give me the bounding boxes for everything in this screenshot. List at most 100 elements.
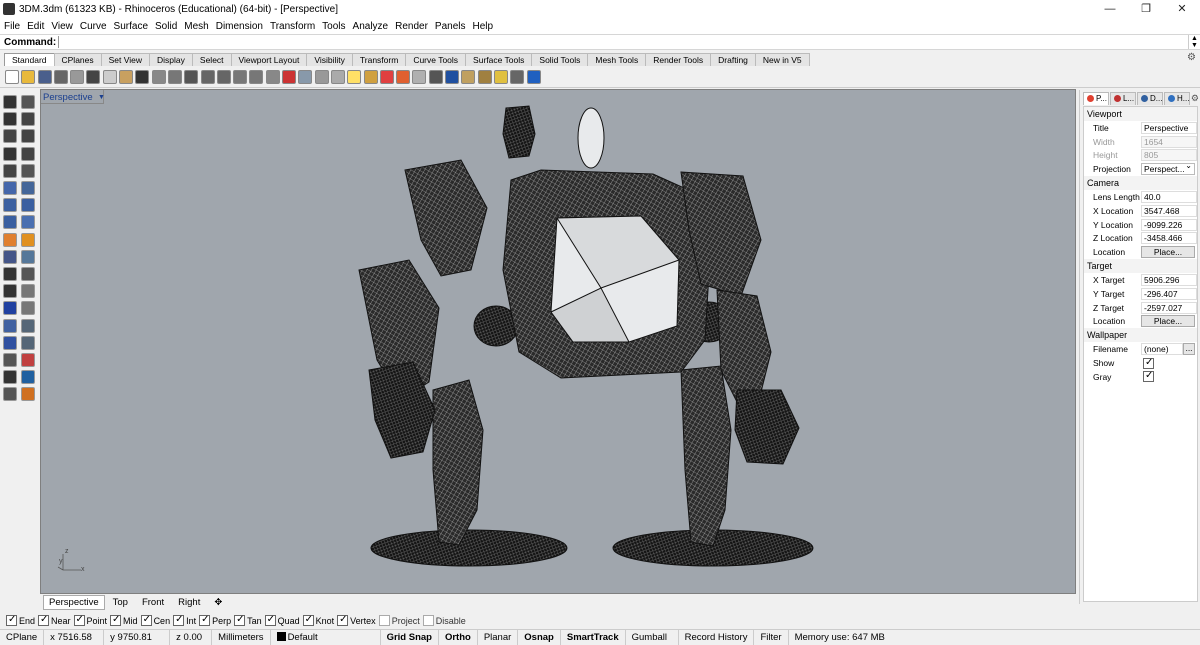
osnap-project[interactable]: Project (378, 615, 420, 626)
menu-render[interactable]: Render (395, 21, 428, 32)
osnap-point-checkbox[interactable] (73, 614, 85, 626)
curve-icon[interactable] (21, 112, 35, 127)
z-location-field[interactable]: -3458.466 (1141, 232, 1197, 245)
browse-wallpaper-button[interactable]: ... (1183, 343, 1195, 356)
tab-display[interactable]: Display (149, 53, 193, 66)
menu-view[interactable]: View (51, 21, 73, 32)
render-icon[interactable] (21, 370, 35, 385)
tab-visibility[interactable]: Visibility (306, 53, 353, 66)
tab-render-tools[interactable]: Render Tools (645, 53, 712, 66)
viewport-title[interactable]: Perspective (43, 92, 93, 103)
lens-length-field[interactable]: 40.0 (1141, 191, 1197, 204)
tab-standard[interactable]: Standard (4, 53, 55, 66)
pan-icon[interactable] (151, 69, 166, 84)
menu-help[interactable]: Help (473, 21, 494, 32)
menu-transform[interactable]: Transform (270, 21, 315, 32)
panel-gear-icon[interactable]: ⚙ (1191, 93, 1199, 104)
osnap-int[interactable]: Int (173, 614, 196, 626)
osnap-perp[interactable]: Perp (199, 614, 231, 626)
gumball-toggle[interactable]: Gumball (626, 629, 679, 645)
osnap-project-checkbox[interactable] (378, 615, 390, 626)
import-icon[interactable] (70, 69, 85, 84)
viewport-icon[interactable] (298, 69, 313, 84)
filter-toggle[interactable]: Filter (754, 629, 789, 645)
toolbar-gear-icon[interactable]: ⚙ (1187, 52, 1196, 63)
polygon-icon[interactable] (3, 146, 17, 161)
osnap-int-checkbox[interactable] (173, 614, 185, 626)
open-icon[interactable] (21, 69, 36, 84)
circle-icon[interactable] (3, 129, 17, 144)
zoom-window-icon[interactable] (200, 69, 215, 84)
mesh-icon[interactable] (21, 249, 35, 264)
show-wallpaper-checkbox[interactable] (1143, 357, 1154, 369)
paint-icon[interactable] (21, 387, 35, 402)
maximize-button[interactable]: ❐ (1128, 0, 1164, 18)
boolean-icon[interactable] (3, 232, 17, 247)
filename-field[interactable]: (none) (1141, 343, 1183, 356)
help-icon[interactable] (526, 69, 541, 84)
camera-place-button[interactable]: Place... (1141, 246, 1195, 259)
osnap-disable-checkbox[interactable] (422, 615, 434, 626)
osnap-end[interactable]: End (6, 614, 35, 626)
selection-filter-icon[interactable] (330, 69, 345, 84)
osnap-tan[interactable]: Tan (234, 614, 262, 626)
offset-icon[interactable] (21, 163, 35, 178)
x-location-field[interactable]: 3547.468 (1141, 204, 1197, 217)
menu-mesh[interactable]: Mesh (184, 21, 208, 32)
zoom-selected-icon[interactable] (233, 69, 248, 84)
minimize-button[interactable]: — (1092, 0, 1128, 18)
tab-top[interactable]: Top (107, 595, 134, 610)
select-arrow-icon[interactable] (3, 95, 17, 109)
osnap-quad[interactable]: Quad (264, 614, 300, 626)
tools-icon[interactable] (461, 69, 476, 84)
analyze-icon[interactable] (21, 353, 35, 367)
tab-front[interactable]: Front (136, 595, 170, 610)
osnap-vertex[interactable]: Vertex (337, 614, 376, 626)
render-sphere-icon[interactable] (412, 69, 427, 84)
grid-array-icon[interactable] (3, 353, 17, 367)
menu-dimension[interactable]: Dimension (216, 21, 263, 32)
extrude-icon[interactable] (3, 181, 17, 195)
panel-tab-help[interactable]: H... (1164, 92, 1190, 105)
osnap-disable[interactable]: Disable (422, 615, 466, 626)
tab-right[interactable]: Right (172, 595, 206, 610)
box-icon[interactable] (3, 198, 17, 213)
menu-file[interactable]: File (4, 21, 20, 32)
sphere-icon[interactable] (21, 198, 35, 213)
ellipse-icon[interactable] (21, 129, 35, 144)
status-units[interactable]: Millimeters (212, 629, 271, 645)
projection-select[interactable]: Perspect... (1141, 161, 1195, 176)
menu-curve[interactable]: Curve (80, 21, 107, 32)
menu-tools[interactable]: Tools (322, 21, 345, 32)
tab-select[interactable]: Select (191, 53, 232, 66)
status-cplane[interactable]: CPlane (0, 629, 45, 645)
menu-edit[interactable]: Edit (27, 21, 44, 32)
options-icon[interactable] (477, 69, 492, 84)
tab-transform[interactable]: Transform (351, 53, 407, 66)
tab-perspective[interactable]: Perspective (43, 594, 105, 610)
polyline-icon[interactable] (3, 112, 17, 127)
viewport-menu-arrow-icon[interactable]: ▼ (98, 94, 105, 101)
panel-tab-properties[interactable]: P... (1083, 92, 1109, 105)
array-icon[interactable] (3, 318, 17, 333)
tab-curve-tools[interactable]: Curve Tools (405, 53, 467, 66)
osnap-knot[interactable]: Knot (302, 614, 334, 626)
panel-tab-layers[interactable]: L... (1110, 92, 1136, 105)
mirror-icon[interactable] (21, 284, 35, 299)
check-icon[interactable] (3, 370, 17, 385)
tab-mesh-tools[interactable]: Mesh Tools (587, 53, 647, 66)
surface-icon[interactable] (21, 181, 35, 195)
named-view-icon[interactable] (3, 387, 17, 402)
arc-icon[interactable] (3, 163, 17, 178)
tab-cplanes[interactable]: CPlanes (53, 53, 102, 66)
print-icon[interactable] (53, 69, 68, 84)
tab-viewport-layout[interactable]: Viewport Layout (230, 53, 308, 66)
environment-icon[interactable] (445, 69, 460, 84)
new-icon[interactable] (5, 69, 19, 84)
tab-new-in-v5[interactable]: New in V5 (754, 53, 810, 66)
status-layer[interactable]: Default (271, 629, 381, 645)
dimension-icon[interactable] (21, 301, 35, 316)
osnap-end-checkbox[interactable] (6, 614, 17, 626)
rotate-view-icon[interactable] (249, 69, 264, 84)
cone-icon[interactable] (21, 215, 35, 230)
